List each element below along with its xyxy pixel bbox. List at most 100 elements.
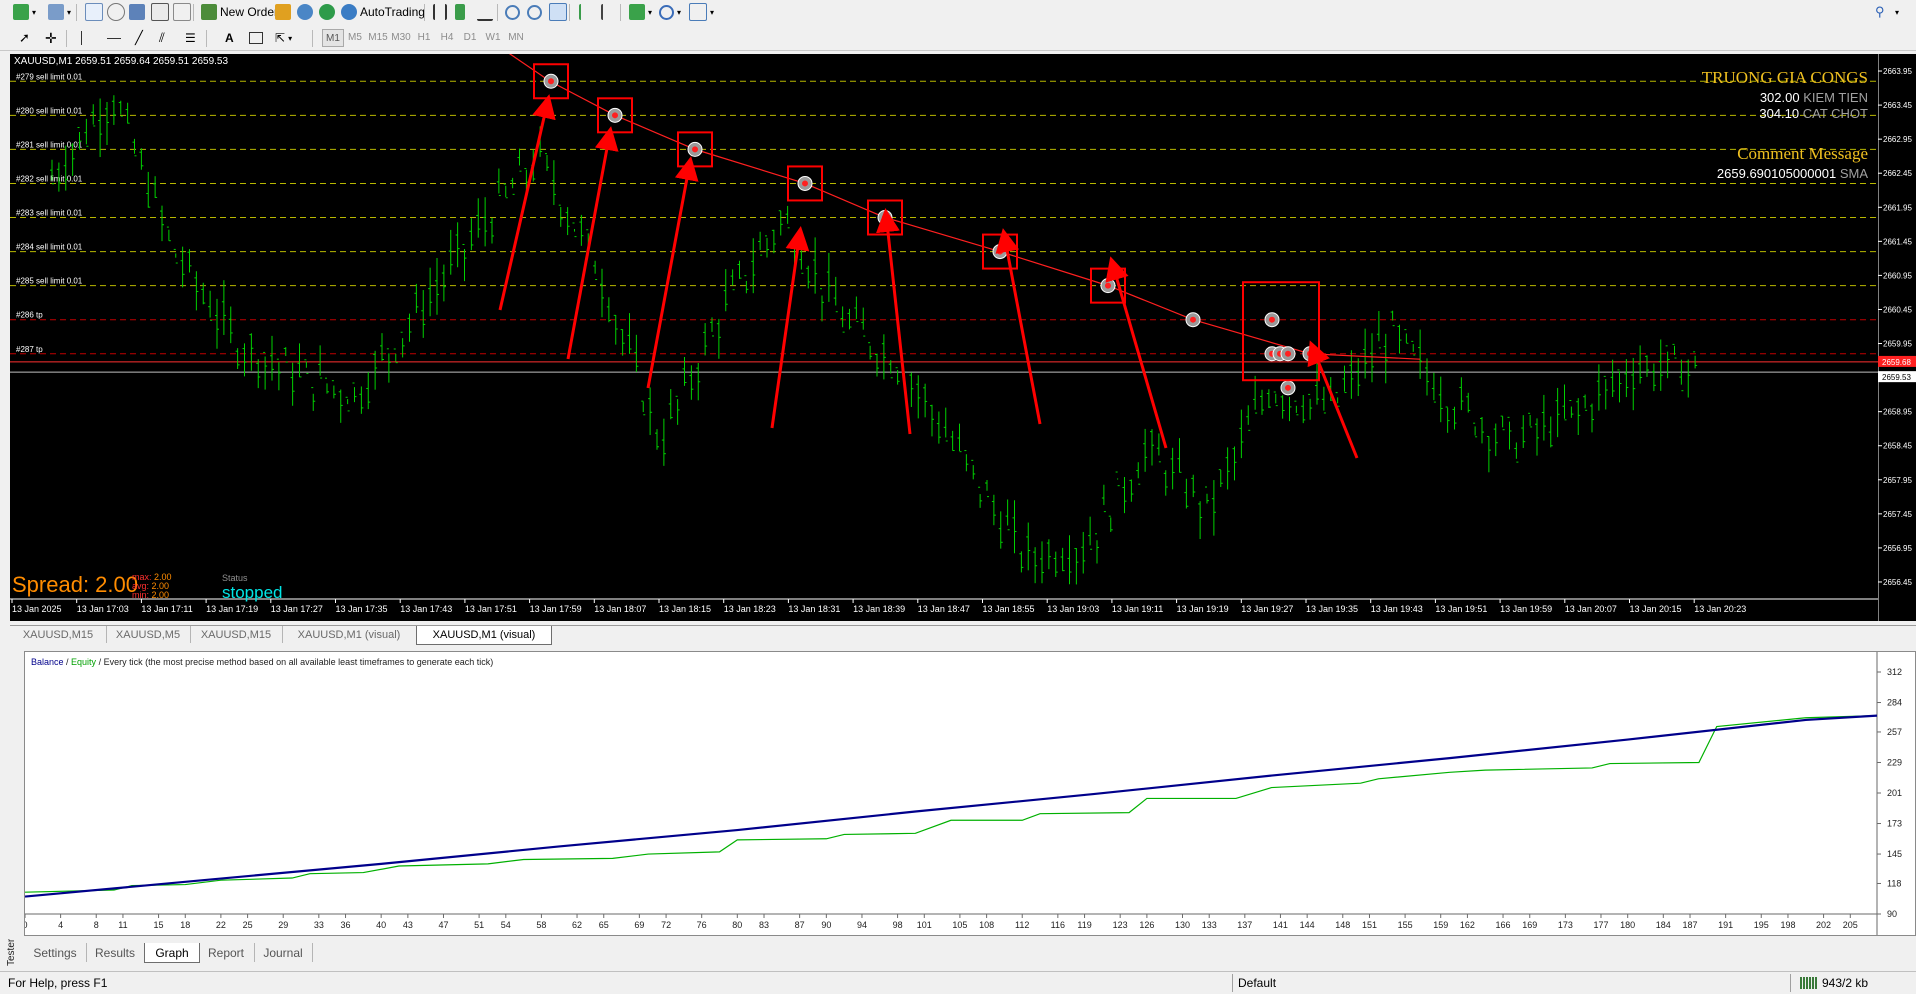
time-tick-label: 13 Jan 17:51 (465, 604, 517, 614)
tab-journal[interactable]: Journal (254, 943, 313, 962)
zoom-in-icon[interactable] (502, 2, 523, 22)
connection-status: 943/2 kb (1800, 975, 1868, 991)
chart-shift-icon[interactable] (598, 2, 622, 22)
chart-tab[interactable]: XAUUSD,M15 (10, 626, 107, 643)
status-value: stopped (222, 583, 283, 602)
comment-value-label: SMA (1839, 166, 1868, 181)
search-options-icon[interactable]: ▾ (1892, 2, 1902, 22)
autoscroll-icon[interactable] (576, 2, 600, 22)
tab-report[interactable]: Report (198, 943, 255, 962)
chart-tab[interactable]: XAUUSD,M1 (visual) (282, 626, 417, 643)
graph-x-label: 187 (1683, 920, 1698, 930)
timeframe-button[interactable]: M1 (322, 29, 344, 47)
traffic-value: 943/2 kb (1822, 976, 1869, 990)
tab-settings[interactable]: Settings (24, 943, 87, 962)
price-tick-label: 2657.45 (1883, 510, 1912, 519)
market-icon[interactable] (316, 2, 338, 22)
chart-tab[interactable]: XAUUSD,M15 (190, 626, 283, 643)
templates-icon[interactable]: ▾ (686, 2, 717, 22)
crosshair-icon[interactable]: ✛ (42, 28, 60, 48)
comment-row: 2659.690105000001 SMA (1717, 166, 1868, 181)
fibonacci-icon[interactable]: ☰ (182, 28, 199, 48)
time-tick-label: 13 Jan 19:27 (1241, 604, 1293, 614)
graph-x-label: 198 (1780, 920, 1795, 930)
time-tick-label: 13 Jan 18:55 (983, 604, 1035, 614)
graph-x-label: 29 (278, 920, 288, 930)
tile-icon[interactable] (546, 2, 570, 22)
arrows-icon[interactable]: ⇱ ▾ (272, 28, 295, 48)
graph-x-label: 130 (1175, 920, 1190, 930)
trendline-icon[interactable]: ╱ (132, 28, 146, 48)
metaeditor-icon[interactable] (272, 2, 294, 22)
text-icon[interactable]: A (222, 28, 237, 48)
timeframe-button[interactable]: MN (506, 29, 526, 45)
line-chart-icon[interactable] (474, 2, 496, 22)
new-order-button[interactable]: New Order (198, 2, 281, 22)
profiles-icon[interactable]: ▾ (45, 2, 74, 22)
market-watch-icon[interactable] (82, 2, 106, 22)
ask-price-label: 2659.68 (1882, 358, 1911, 367)
periods-icon[interactable]: ▾ (656, 2, 684, 22)
stat-row: 304.10 CAT CHOT (1759, 106, 1868, 122)
timeframe-button[interactable]: W1 (483, 29, 503, 45)
price-tick-label: 2657.95 (1883, 476, 1912, 485)
terminal-icon[interactable] (148, 2, 172, 22)
graph-x-label: 43 (403, 920, 413, 930)
chart-tabs: XAUUSD,M15 XAUUSD,M5 XAUUSD,M15 XAUUSD,M… (10, 625, 1916, 645)
brand-title: TRUONG GIA CONGS (1701, 68, 1868, 87)
candles-icon[interactable] (452, 2, 468, 22)
graph-x-label: 83 (759, 920, 769, 930)
channel-icon[interactable]: ⫽ (156, 28, 168, 48)
graph-legend: Balance / Equity / Every tick (the most … (31, 657, 493, 667)
vertical-line-icon[interactable] (78, 28, 85, 48)
graph-x-label: 51 (474, 920, 484, 930)
graph-x-label: 80 (732, 920, 742, 930)
price-axis[interactable]: 2663.95 2663.45 2662.95 2662.45 2661.95 2661.… (1877, 54, 1916, 621)
timeframe-button[interactable]: M5 (345, 29, 365, 45)
price-tick-label: 2656.95 (1883, 544, 1912, 553)
timeframe-button[interactable]: D1 (460, 29, 480, 45)
navigator-icon[interactable] (104, 2, 128, 22)
search-icon[interactable]: ⚲ (1872, 2, 1888, 22)
timeframe-button[interactable]: H4 (437, 29, 457, 45)
signals-icon[interactable] (294, 2, 316, 22)
autotrading-button[interactable]: AutoTrading (338, 2, 428, 22)
tab-graph[interactable]: Graph (144, 943, 200, 963)
price-tick-label: 2658.95 (1883, 408, 1912, 417)
tab-results[interactable]: Results (86, 943, 145, 962)
drawing-toolbar: ➚ ✛ ╱ ⫽ ☰ A ⇱ ▾ M1 M5 M15 M30 H1 H4 D1 W1 MN (0, 24, 1916, 51)
label-icon[interactable] (246, 28, 266, 48)
comment-title: Comment Message (1737, 144, 1868, 163)
new-chart-icon[interactable]: ▾ (10, 2, 39, 22)
price-tick-label: 2662.45 (1883, 169, 1912, 178)
bar-chart-icon[interactable] (430, 2, 450, 22)
horizontal-line-icon[interactable] (104, 28, 124, 48)
indicators-icon[interactable]: ▾ (626, 2, 655, 22)
tester-icon[interactable] (170, 2, 194, 22)
data-window-icon[interactable] (126, 2, 148, 22)
annotation-arrow (1105, 256, 1168, 449)
graph-x-label: 69 (634, 920, 644, 930)
graph-x-label: 123 (1113, 920, 1128, 930)
graph-x-label: 15 (154, 920, 164, 930)
graph-x-label: 98 (893, 920, 903, 930)
time-tick-label: 13 Jan 18:15 (659, 604, 711, 614)
time-tick-label: 13 Jan 20:07 (1565, 604, 1617, 614)
graph-x-label: 119 (1077, 920, 1091, 930)
chart-tab[interactable]: XAUUSD,M5 (106, 626, 191, 643)
timeframe-button[interactable]: M15 (368, 29, 388, 45)
price-chart[interactable]: #279 sell limit 0.01 #280 sell limit 0.01… (10, 54, 1878, 621)
graph-x-label: 72 (661, 920, 671, 930)
graph-x-label: 133 (1202, 920, 1217, 930)
timeframe-button[interactable]: H1 (414, 29, 434, 45)
stat-label: KIEM TIEN (1803, 90, 1868, 105)
trade-marker-dot (802, 180, 808, 187)
time-tick-label: 13 Jan 19:35 (1306, 604, 1358, 614)
cursor-icon[interactable]: ➚ (16, 28, 33, 48)
legend-equity: Equity (71, 657, 97, 667)
timeframe-button[interactable]: M30 (391, 29, 411, 45)
tester-graph[interactable]: 312 284 257 229 201 173 145 118 90 0 4 8 11 15 18 22 25 2… (24, 651, 1916, 936)
zoom-out-icon[interactable] (524, 2, 545, 22)
chart-tab-active[interactable]: XAUUSD,M1 (visual) (416, 626, 552, 645)
time-tick-label: 13 Jan 17:59 (530, 604, 582, 614)
